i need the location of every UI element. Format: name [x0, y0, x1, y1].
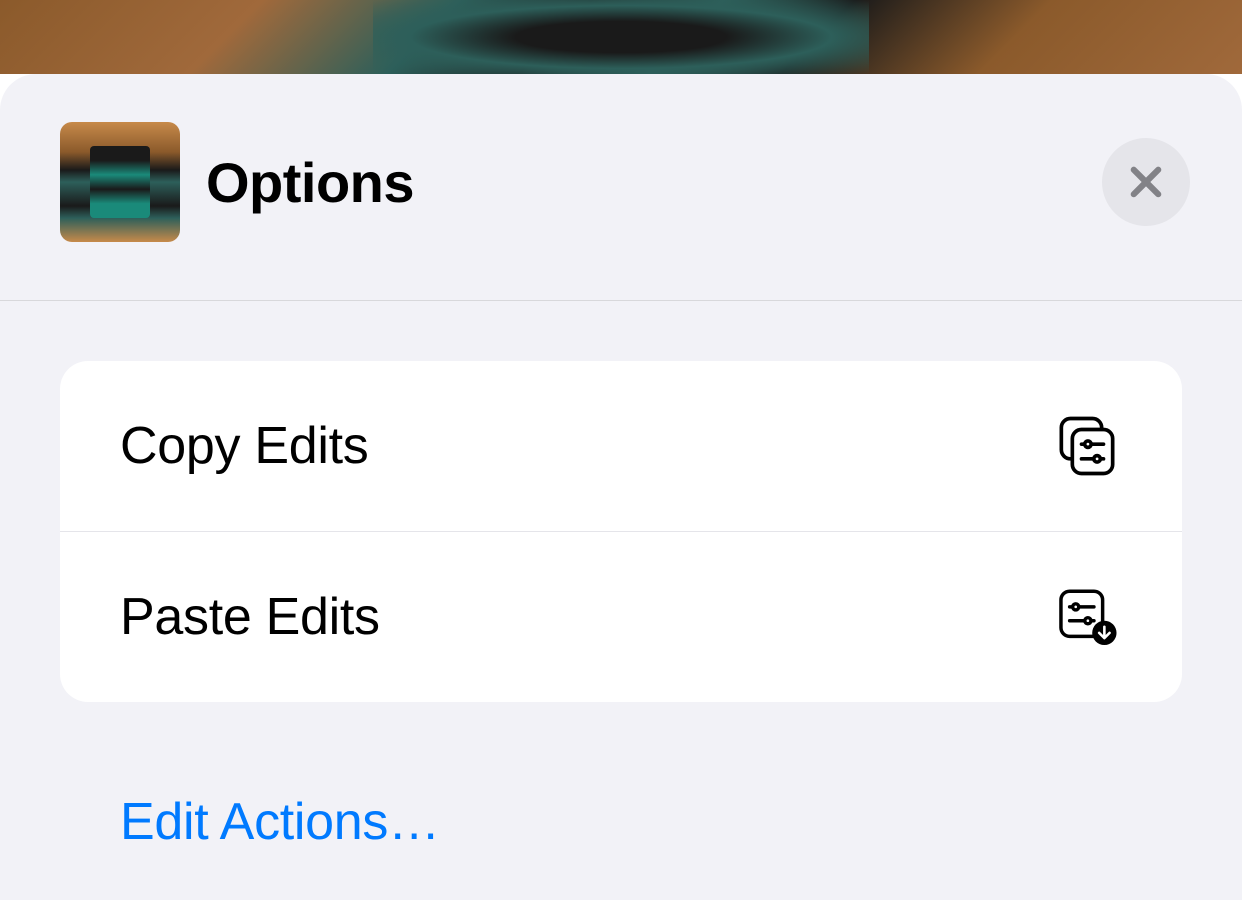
photo-thumbnail [60, 122, 180, 242]
options-sheet: Options Copy Edits [0, 74, 1242, 900]
edit-actions-link[interactable]: Edit Actions… [60, 746, 1182, 898]
action-label: Copy Edits [120, 416, 368, 476]
sheet-header: Options [0, 74, 1242, 301]
copy-edits-button[interactable]: Copy Edits [60, 361, 1182, 531]
background-photo [0, 0, 1242, 74]
close-icon [1125, 161, 1167, 203]
paste-edits-button[interactable]: Paste Edits [60, 531, 1182, 702]
close-button[interactable] [1102, 138, 1190, 226]
paste-edits-icon [1054, 584, 1120, 650]
sheet-title: Options [206, 150, 414, 215]
action-list: Copy Edits Paste Edits [60, 361, 1182, 702]
copy-edits-icon [1054, 413, 1120, 479]
action-label: Paste Edits [120, 587, 380, 647]
